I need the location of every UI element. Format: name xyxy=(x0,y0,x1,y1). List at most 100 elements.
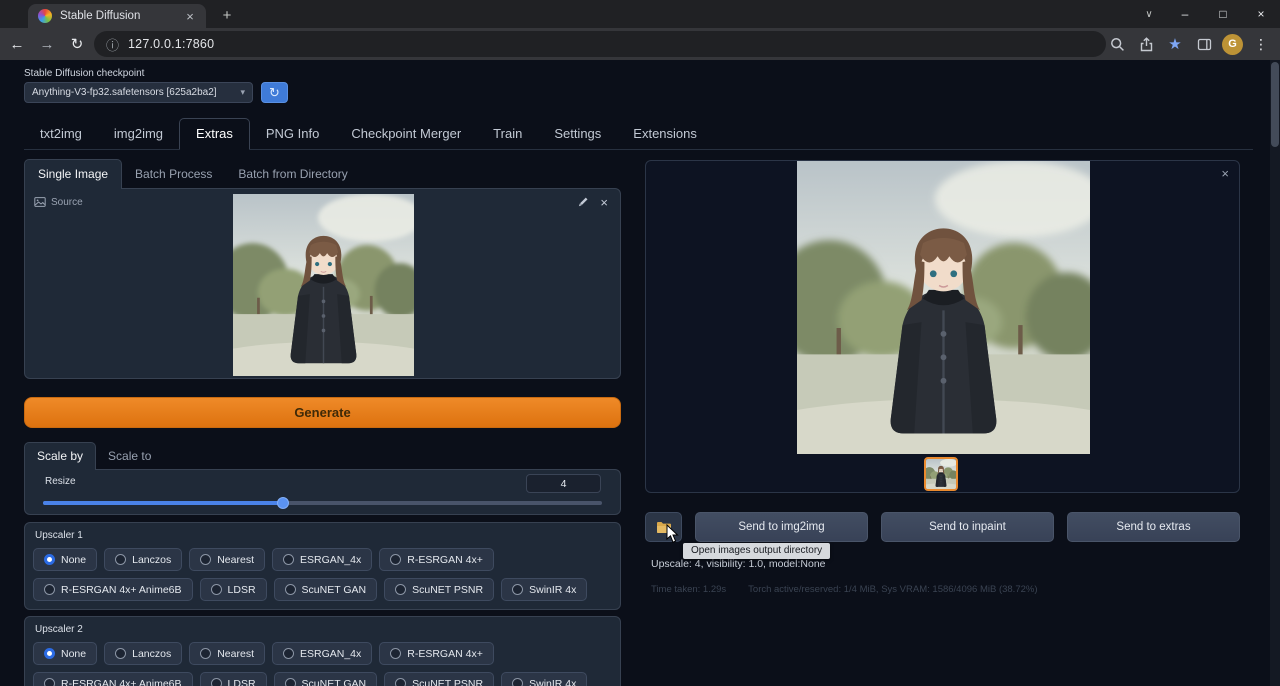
site-info-icon[interactable]: ⓘ xyxy=(106,35,119,54)
window-controls: ∨ – □ × xyxy=(1132,0,1280,28)
upscaler1-option-scunet-psnr[interactable]: ScuNET PSNR xyxy=(384,578,494,601)
profile-avatar[interactable]: G xyxy=(1222,34,1243,55)
upscaler2-option-lanczos[interactable]: Lanczos xyxy=(104,642,182,665)
screen: Stable Diffusion × + ∨ – □ × ← → ↻ ⓘ 127… xyxy=(0,0,1280,686)
extras-output-column: × Send to img2img Send to inpaint Send t… xyxy=(645,160,1240,595)
upscaler1-option-none[interactable]: None xyxy=(33,548,97,571)
radio-icon xyxy=(211,584,222,595)
main-tab-bar: txt2img img2img Extras PNG Info Checkpoi… xyxy=(24,118,1253,150)
radio-icon xyxy=(211,678,222,686)
radio-icon xyxy=(390,554,401,565)
radio-selected-icon xyxy=(44,554,55,565)
resize-value-input[interactable]: 4 xyxy=(526,474,601,493)
menu-kebab-icon[interactable]: ⋮ xyxy=(1250,33,1272,55)
upscaler-2-group: Upscaler 2 None Lanczos Nearest ESRGAN_4… xyxy=(24,616,621,686)
tab-scale-to[interactable]: Scale to xyxy=(96,443,163,470)
share-icon[interactable] xyxy=(1135,33,1157,55)
result-image[interactable] xyxy=(797,161,1090,454)
upscaler2-option-ldsr[interactable]: LDSR xyxy=(200,672,267,686)
upscaler1-option-scunet-gan[interactable]: ScuNET GAN xyxy=(274,578,378,601)
radio-icon xyxy=(512,584,523,595)
tab-settings[interactable]: Settings xyxy=(538,119,617,149)
upscaler2-option-scunet-gan[interactable]: ScuNET GAN xyxy=(274,672,378,686)
upscaler1-option-r-esrgan-4x[interactable]: R-ESRGAN 4x+ xyxy=(379,548,494,571)
forward-button[interactable]: → xyxy=(34,31,60,57)
upscaler2-option-r-esrgan-anime6b[interactable]: R-ESRGAN 4x+ Anime6B xyxy=(33,672,193,686)
zoom-icon[interactable] xyxy=(1106,33,1128,55)
upscaler-1-label: Upscaler 1 xyxy=(35,530,612,541)
address-bar[interactable]: ⓘ 127.0.0.1:7860 xyxy=(94,31,1106,57)
upscaler1-option-lanczos[interactable]: Lanczos xyxy=(104,548,182,571)
stable-diffusion-webui: Stable Diffusion checkpoint Anything-V3-… xyxy=(0,60,1280,686)
side-panel-icon[interactable] xyxy=(1193,33,1215,55)
tab-title: Stable Diffusion xyxy=(60,10,182,22)
scrollbar-thumb[interactable] xyxy=(1271,62,1279,147)
minimize-button[interactable]: – xyxy=(1166,0,1204,28)
gallery-close-button[interactable]: × xyxy=(1221,167,1229,180)
reload-button[interactable]: ↻ xyxy=(64,31,90,57)
folder-button-tooltip: Open images output directory xyxy=(683,543,830,559)
upscaler2-option-scunet-psnr[interactable]: ScuNET PSNR xyxy=(384,672,494,686)
radio-icon xyxy=(390,648,401,659)
tab-txt2img[interactable]: txt2img xyxy=(24,119,98,149)
radio-icon xyxy=(285,678,296,686)
result-thumbnail-selected[interactable] xyxy=(924,457,958,491)
send-to-extras-button[interactable]: Send to extras xyxy=(1067,512,1240,542)
send-to-img2img-button[interactable]: Send to img2img xyxy=(695,512,868,542)
upscaler1-option-esrgan-4x[interactable]: ESRGAN_4x xyxy=(272,548,372,571)
radio-icon xyxy=(115,554,126,565)
subtab-single-image[interactable]: Single Image xyxy=(24,159,122,189)
upscaler2-option-r-esrgan-4x[interactable]: R-ESRGAN 4x+ xyxy=(379,642,494,665)
output-gallery: × xyxy=(645,160,1240,493)
tab-close-icon[interactable]: × xyxy=(182,9,198,24)
generate-button[interactable]: Generate xyxy=(24,397,621,428)
upscaler2-option-nearest[interactable]: Nearest xyxy=(189,642,265,665)
source-label: Source xyxy=(51,197,83,208)
window-close-button[interactable]: × xyxy=(1242,0,1280,28)
maximize-button[interactable]: □ xyxy=(1204,0,1242,28)
radio-icon xyxy=(200,554,211,565)
tab-png-info[interactable]: PNG Info xyxy=(250,119,335,149)
page-scrollbar[interactable] xyxy=(1270,60,1280,686)
tab-img2img[interactable]: img2img xyxy=(98,119,179,149)
radio-icon xyxy=(115,648,126,659)
slider-fill xyxy=(43,501,283,505)
radio-icon xyxy=(512,678,523,686)
checkpoint-dropdown[interactable]: Anything-V3-fp32.safetensors [625a2ba2] … xyxy=(24,82,253,103)
extras-input-column: Single Image Batch Process Batch from Di… xyxy=(24,158,621,686)
tab-extras[interactable]: Extras xyxy=(179,118,250,150)
slider-handle[interactable] xyxy=(277,497,289,509)
upscaler1-option-ldsr[interactable]: LDSR xyxy=(200,578,267,601)
checkpoint-label: Stable Diffusion checkpoint xyxy=(24,68,288,79)
tab-checkpoint-merger[interactable]: Checkpoint Merger xyxy=(335,119,477,149)
source-image-dropzone[interactable]: Source × xyxy=(24,188,621,379)
subtab-batch-from-directory[interactable]: Batch from Directory xyxy=(225,160,360,189)
browser-tab[interactable]: Stable Diffusion × xyxy=(28,4,206,28)
resize-panel: Resize 4 xyxy=(24,469,621,515)
bookmark-star-icon[interactable]: ★ xyxy=(1164,33,1186,55)
radio-icon xyxy=(283,554,294,565)
resize-slider[interactable] xyxy=(43,497,602,509)
upscaler1-option-swinir-4x[interactable]: SwinIR 4x xyxy=(501,578,587,601)
send-to-inpaint-button[interactable]: Send to inpaint xyxy=(881,512,1054,542)
tab-train[interactable]: Train xyxy=(477,119,538,149)
upscaler1-option-nearest[interactable]: Nearest xyxy=(189,548,265,571)
tab-extensions[interactable]: Extensions xyxy=(617,119,713,149)
radio-icon xyxy=(44,678,55,686)
back-button[interactable]: ← xyxy=(4,31,30,57)
upscaler1-option-r-esrgan-anime6b[interactable]: R-ESRGAN 4x+ Anime6B xyxy=(33,578,193,601)
tab-scale-by[interactable]: Scale by xyxy=(24,442,96,470)
tab-search-chevron-icon[interactable]: ∨ xyxy=(1132,0,1166,28)
subtab-batch-process[interactable]: Batch Process xyxy=(122,160,225,189)
checkpoint-refresh-button[interactable]: ↻ xyxy=(261,82,288,103)
upscaler-1-group: Upscaler 1 None Lanczos Nearest ESRGAN_4… xyxy=(24,522,621,610)
chevron-down-icon: ▾ xyxy=(240,87,245,98)
clear-image-button[interactable]: × xyxy=(600,196,608,209)
upscaler2-option-esrgan-4x[interactable]: ESRGAN_4x xyxy=(272,642,372,665)
new-tab-button[interactable]: + xyxy=(216,6,238,26)
performance-info: Time taken: 1.29s Torch active/reserved:… xyxy=(645,584,1240,595)
upscaler2-option-swinir-4x[interactable]: SwinIR 4x xyxy=(501,672,587,686)
source-badge: Source xyxy=(34,196,83,208)
upscaler2-option-none[interactable]: None xyxy=(33,642,97,665)
edit-pencil-button[interactable] xyxy=(576,196,589,209)
